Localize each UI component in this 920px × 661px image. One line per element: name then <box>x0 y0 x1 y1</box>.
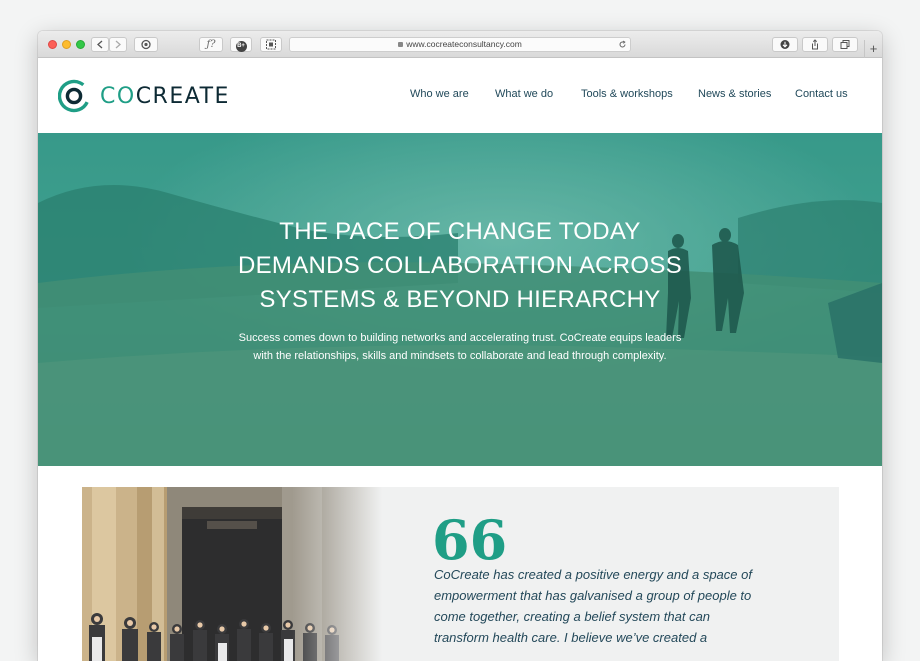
share-button[interactable] <box>802 37 828 52</box>
settings-button[interactable] <box>134 37 158 52</box>
gear-icon <box>141 39 151 50</box>
site-header: COCREATE Who we are What we do Tools & w… <box>38 58 882 133</box>
chevron-left-icon <box>97 40 103 49</box>
hero-heading-line-2: DEMANDS COLLABORATION ACROSS <box>237 252 683 279</box>
group-photo <box>82 487 382 661</box>
hero-heading-line-3: SYSTEMS & BEYOND HIERARCHY <box>259 286 661 313</box>
download-icon <box>780 40 790 49</box>
hero-banner: THE PACE OF CHANGE TODAY DEMANDS COLLABO… <box>38 133 882 466</box>
quote-line-4: transform health care. I believe we’ve c… <box>434 630 708 645</box>
lock-icon <box>398 42 404 47</box>
testimonial-section: 66 CoCreate has created a positive energ… <box>38 466 882 661</box>
minimize-window-button[interactable] <box>62 40 71 49</box>
logo-co: CO <box>100 83 136 109</box>
url-text: www.cocreateconsultancy.com <box>406 39 522 49</box>
share-icon <box>812 39 818 50</box>
download-button[interactable] <box>772 37 798 52</box>
nav-what-we-do[interactable]: What we do <box>495 88 553 100</box>
hero-heading: THE PACE OF CHANGE TODAY DEMANDS COLLABO… <box>38 215 882 317</box>
hero-subtext: Success comes down to building networks … <box>38 329 882 365</box>
extension-icon: B+ <box>235 41 247 52</box>
reload-icon[interactable] <box>618 40 627 49</box>
hero-heading-line-1: THE PACE OF CHANGE TODAY <box>279 218 641 245</box>
tabs-icon <box>840 40 850 49</box>
nav-who-we-are[interactable]: Who we are <box>410 88 469 100</box>
zoom-window-button[interactable] <box>76 40 85 49</box>
logo-wordmark: COCREATE <box>100 84 230 109</box>
browser-window: ƒ? B+ www.cocreateconsultancy.com + COCR… <box>38 31 882 661</box>
nav-tools-workshops[interactable]: Tools & workshops <box>581 88 673 100</box>
qr-code-icon <box>266 39 276 50</box>
quote-line-2: empowerment that has galvanised a group … <box>434 588 752 603</box>
close-window-button[interactable] <box>48 40 57 49</box>
new-tab-button[interactable]: + <box>864 40 882 58</box>
qr-code-button[interactable] <box>260 37 282 52</box>
nav-news-stories[interactable]: News & stories <box>698 88 771 100</box>
chevron-right-icon <box>115 40 121 49</box>
cocreate-logo-icon <box>58 79 91 113</box>
hero-subtext-line-2: with the relationships, skills and minds… <box>253 350 667 362</box>
quote-mark-icon: 66 <box>432 508 508 572</box>
quote-line-3: come together, creating a belief system … <box>434 609 711 624</box>
cocreate-logo[interactable]: COCREATE <box>58 78 230 114</box>
nav-contact-us[interactable]: Contact us <box>795 88 848 100</box>
back-button[interactable] <box>91 37 109 52</box>
logo-create: CREATE <box>135 83 230 109</box>
testimonial-card: 66 CoCreate has created a positive energ… <box>82 487 839 661</box>
quote-line-1: CoCreate has created a positive energy a… <box>434 567 752 582</box>
testimonial-quote: CoCreate has created a positive energy a… <box>434 564 799 648</box>
browser-toolbar: ƒ? B+ www.cocreateconsultancy.com + <box>38 31 882 58</box>
hero-subtext-line-1: Success comes down to building networks … <box>238 332 682 344</box>
tabs-overview-button[interactable] <box>832 37 858 52</box>
extension-button[interactable]: B+ <box>230 37 252 52</box>
forward-button[interactable] <box>109 37 127 52</box>
share-tool-button[interactable]: ƒ? <box>199 37 223 52</box>
address-bar[interactable]: www.cocreateconsultancy.com <box>289 37 631 52</box>
group-photo-image <box>82 487 382 661</box>
